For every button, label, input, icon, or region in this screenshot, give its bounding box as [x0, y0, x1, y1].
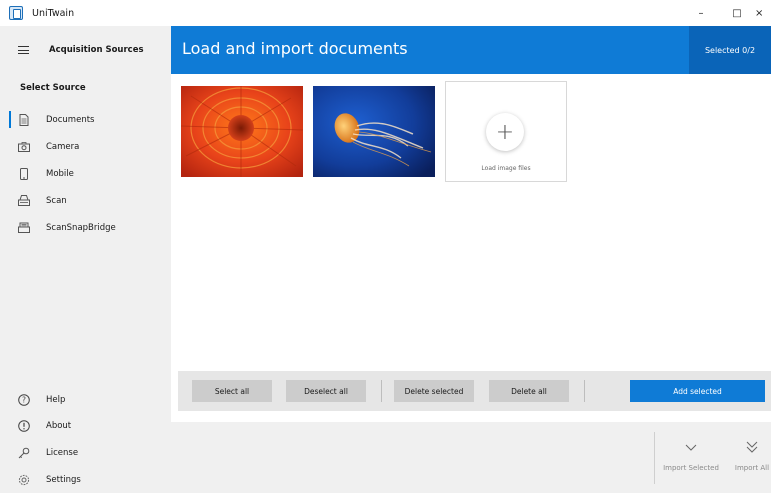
sidebar-item-label: Documents: [46, 114, 95, 125]
sidebar-item-scan[interactable]: Scan: [0, 187, 171, 214]
import-all-label: Import All: [734, 464, 770, 472]
sidebar-item-mobile[interactable]: Mobile: [0, 160, 171, 187]
sidebar-item-documents[interactable]: Documents: [0, 106, 171, 133]
sidebar-item-label: License: [46, 447, 79, 458]
sidebar-item-label: About: [46, 420, 72, 431]
load-image-files-label: Load image files: [481, 165, 531, 172]
svg-text:?: ?: [22, 395, 26, 404]
thumbnail-flower-image[interactable]: [181, 86, 303, 177]
add-selected-button[interactable]: Add selected: [630, 380, 765, 402]
sidebar: Acquisition Sources Select Source Docume…: [0, 26, 171, 493]
sidebar-title: Acquisition Sources: [49, 45, 144, 55]
help-icon: ?: [18, 393, 30, 406]
app-icon: [9, 6, 23, 20]
deselect-all-button[interactable]: Deselect all: [286, 380, 366, 402]
key-icon: [18, 447, 30, 459]
window-controls: – □ ×: [683, 0, 771, 26]
delete-selected-button[interactable]: Delete selected: [394, 380, 474, 402]
divider: [381, 380, 382, 402]
hamburger-menu-icon[interactable]: [18, 46, 29, 54]
scansnap-icon: [18, 222, 30, 234]
scanner-icon: [18, 195, 30, 207]
close-button[interactable]: ×: [755, 0, 771, 26]
gear-icon: [18, 474, 30, 486]
sidebar-item-label: Scan: [46, 195, 67, 206]
divider: [654, 432, 655, 484]
thumbnail-jellyfish-image[interactable]: [313, 86, 435, 177]
mobile-icon: [18, 167, 30, 180]
sidebar-item-scansnapbridge[interactable]: ScanSnapBridge: [0, 214, 171, 241]
sidebar-item-camera[interactable]: Camera: [0, 133, 171, 160]
info-icon: [18, 419, 30, 432]
import-all-button[interactable]: Import All: [733, 440, 771, 472]
maximize-button[interactable]: □: [719, 0, 755, 26]
page-title: Load and import documents: [182, 39, 408, 58]
sidebar-item-label: Camera: [46, 141, 80, 152]
title-bar: UniTwain – □ ×: [0, 0, 771, 26]
document-grid: + Load image files: [171, 74, 771, 422]
delete-all-button[interactable]: Delete all: [489, 380, 569, 402]
minimize-button[interactable]: –: [683, 0, 719, 26]
sidebar-item-settings[interactable]: Settings: [0, 466, 171, 493]
sidebar-item-label: Settings: [46, 474, 81, 485]
selected-count-badge: Selected 0/2: [689, 26, 771, 74]
select-source-heading: Select Source: [20, 83, 86, 93]
sidebar-item-label: Mobile: [46, 168, 74, 179]
document-icon: [18, 113, 30, 126]
sidebar-item-help[interactable]: ? Help: [0, 386, 171, 413]
divider: [584, 380, 585, 402]
sidebar-header: Acquisition Sources: [0, 26, 171, 74]
chevron-down-icon: [684, 440, 698, 458]
sidebar-item-about[interactable]: About: [0, 412, 171, 439]
sidebar-item-label: ScanSnapBridge: [46, 222, 116, 233]
sidebar-item-license[interactable]: License: [0, 439, 171, 466]
load-image-files-card[interactable]: + Load image files: [445, 81, 567, 182]
double-chevron-down-icon: [745, 440, 759, 458]
import-selected-button[interactable]: Import Selected: [662, 440, 720, 472]
window-title: UniTwain: [32, 7, 75, 19]
sidebar-item-label: Help: [46, 394, 66, 405]
camera-icon: [18, 141, 30, 153]
plus-icon[interactable]: +: [486, 113, 524, 151]
action-bar: Select all Deselect all Delete selected …: [178, 371, 771, 411]
select-all-button[interactable]: Select all: [192, 380, 272, 402]
import-selected-label: Import Selected: [663, 464, 719, 472]
page-header: Load and import documents Selected 0/2: [171, 26, 771, 74]
